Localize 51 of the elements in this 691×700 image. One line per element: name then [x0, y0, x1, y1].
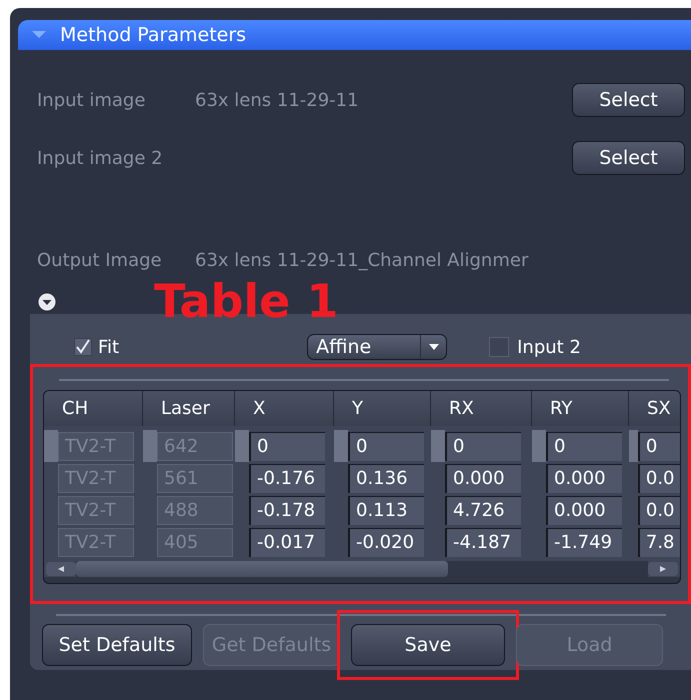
annotation-label: Table 1 [154, 278, 338, 324]
column-grip[interactable] [44, 430, 58, 462]
table-cell[interactable]: -4.187 [445, 528, 521, 556]
field-label: Input image [37, 88, 146, 112]
table-cell[interactable]: 0.000 [546, 496, 622, 524]
table-cell[interactable]: 0.136 [348, 464, 424, 492]
panel-header[interactable]: Method Parameters [18, 20, 691, 50]
field-label: Output Image [37, 248, 163, 272]
table-cell[interactable]: 0 [249, 432, 325, 460]
fit-checkbox[interactable] [74, 338, 92, 356]
table-cell[interactable]: 0.113 [348, 496, 424, 524]
column-grip[interactable] [334, 430, 348, 462]
table-cell[interactable]: 0 [546, 432, 622, 460]
table-cell[interactable]: -1.749 [546, 528, 622, 556]
action-button[interactable]: Save [351, 624, 505, 666]
table-cell[interactable]: 0 [348, 432, 424, 460]
table-cell[interactable]: -0.017 [249, 528, 325, 556]
table-cell[interactable]: -0.176 [249, 464, 325, 492]
action-button[interactable]: Set Defaults [42, 624, 192, 666]
table-cell[interactable]: 0.0 [638, 464, 680, 492]
panel-title: Method Parameters [60, 22, 246, 48]
field-value: 63x lens 11-29-11 [195, 88, 359, 112]
table-cell[interactable]: 0.0 [638, 496, 680, 524]
scroll-thumb[interactable] [76, 561, 448, 577]
table-cell[interactable]: 0.000 [445, 464, 521, 492]
table-cell[interactable]: 0 [445, 432, 521, 460]
select-button[interactable]: Select [572, 83, 685, 117]
input2-checkbox[interactable] [489, 337, 510, 357]
column-grip[interactable] [235, 430, 249, 462]
column-grip[interactable] [532, 430, 546, 462]
table-cell[interactable]: 4.726 [445, 496, 521, 524]
checkbox-label: Input 2 [517, 336, 581, 360]
table-cell[interactable]: -0.020 [348, 528, 424, 556]
scroll-right-icon[interactable] [648, 562, 678, 576]
transform-dropdown[interactable]: Affine [307, 334, 448, 360]
select-button[interactable]: Select [572, 141, 685, 175]
caret-icon [428, 344, 439, 350]
column-grip[interactable] [143, 430, 157, 462]
field-label: Input image 2 [37, 146, 164, 170]
collapse-icon [32, 31, 46, 39]
checkbox-label: Fit [98, 336, 120, 360]
column-grip[interactable] [629, 430, 638, 462]
table-cell[interactable]: -0.178 [249, 496, 325, 524]
field-value: 63x lens 11-29-11_Channel Alignmer [195, 248, 528, 272]
column-grip[interactable] [431, 430, 445, 462]
collapse-icon[interactable] [38, 293, 56, 311]
table-cell[interactable]: 0.000 [546, 464, 622, 492]
table-cell[interactable]: 0 [638, 432, 680, 460]
scroll-left-icon[interactable] [46, 562, 76, 576]
check-icon [75, 339, 91, 355]
table-cell[interactable]: 7.8 [638, 528, 680, 556]
